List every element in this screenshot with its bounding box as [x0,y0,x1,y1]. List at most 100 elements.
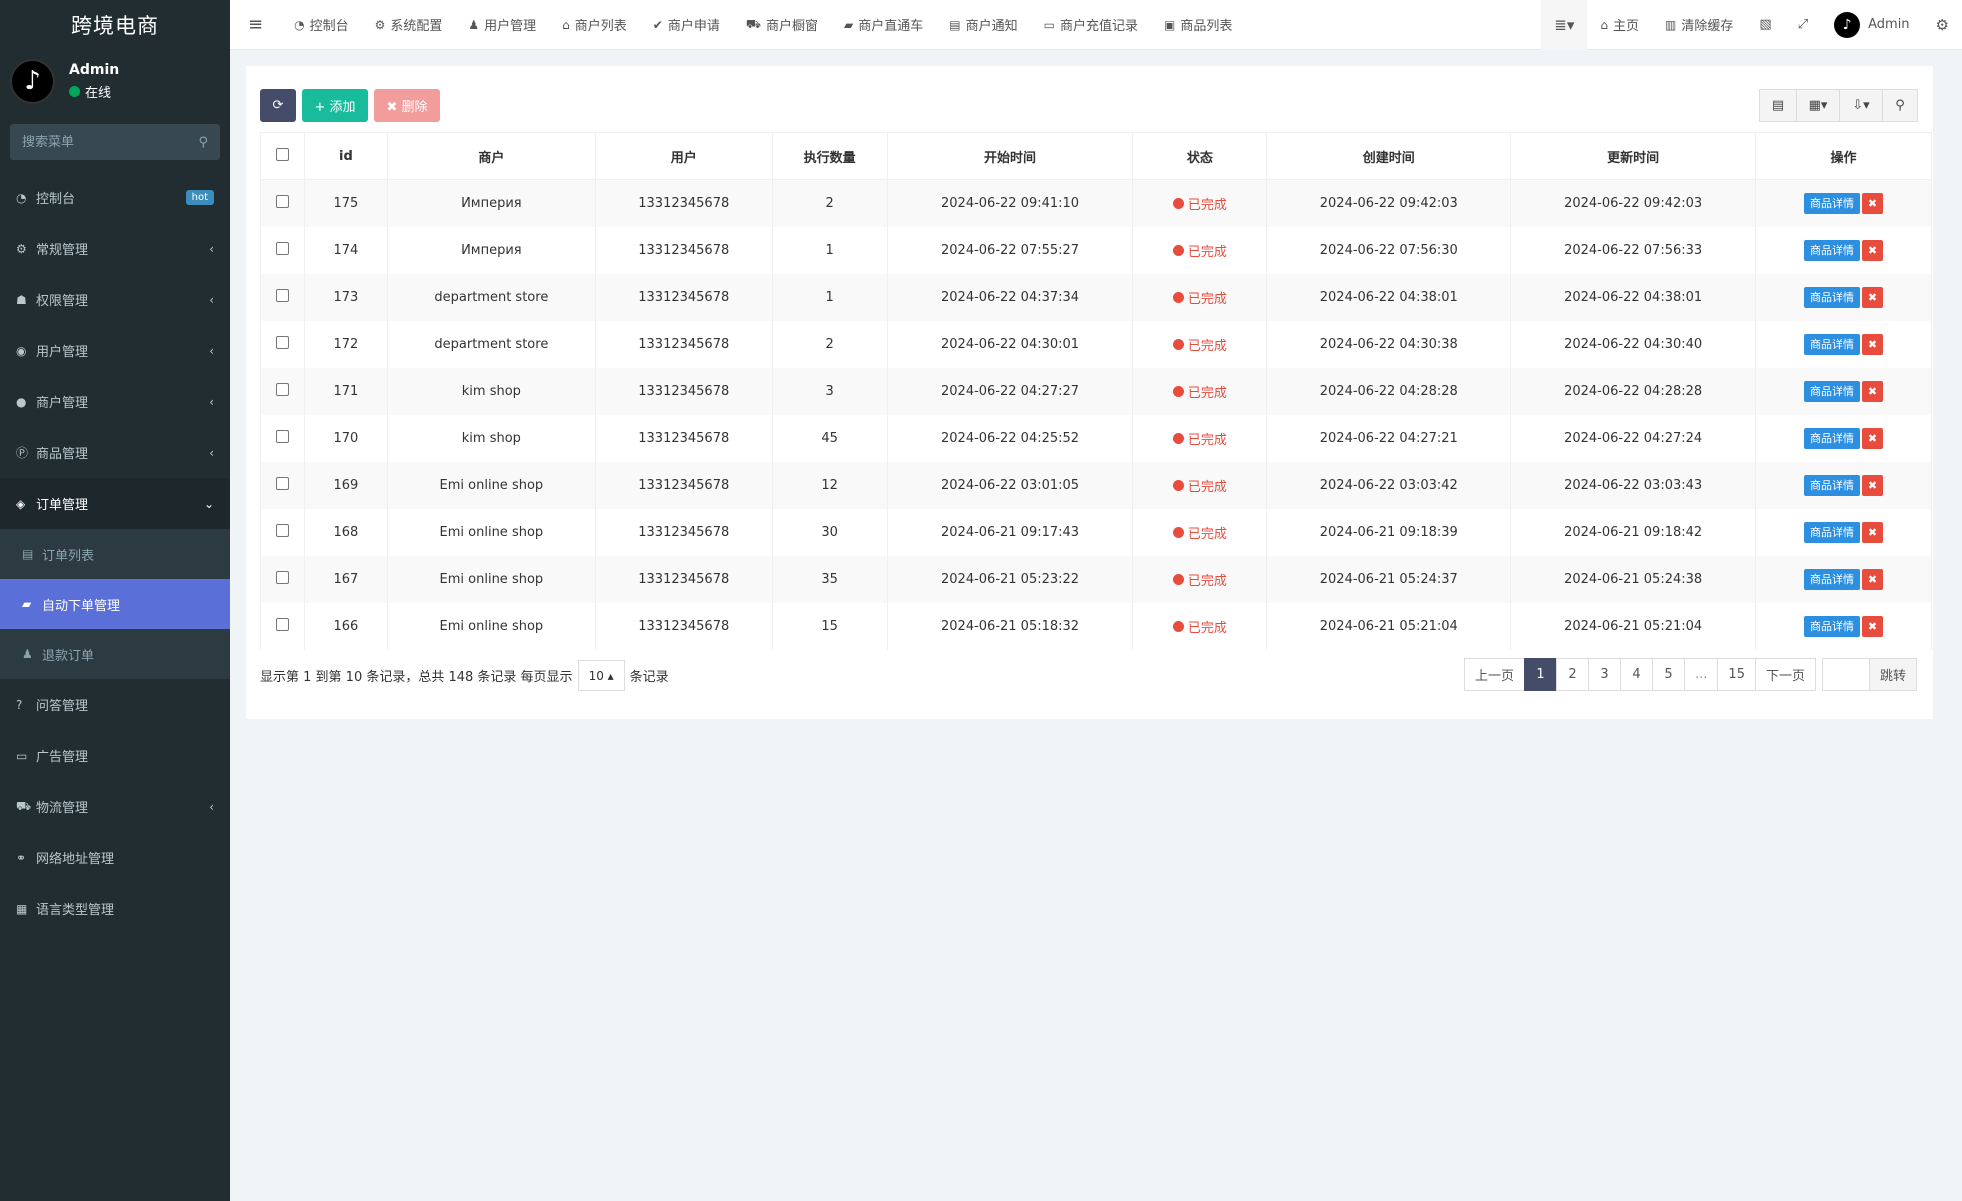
row-delete-button[interactable]: ✖ [1862,427,1884,449]
page-size-select[interactable]: 10 ▴ [577,660,625,691]
sidebar-toggle-icon[interactable]: ≡ [230,0,281,50]
sidebar-item-language[interactable]: ▦ 语言类型管理 [0,883,230,934]
brand-title[interactable]: 跨境电商 [0,0,230,50]
table-row[interactable]: 174 Империя 13312345678 1 2024-06-22 07:55:2… [260,226,1932,274]
table-row[interactable]: 175 Империя 13312345678 2 2024-06-22 09:41:1… [260,179,1932,227]
table-row[interactable]: 168 Emi online shop 13312345678 30 2024-06-2… [260,508,1932,556]
sidebar-item-products[interactable]: Ⓟ 商品管理 ‹ [0,427,230,478]
sidebar-item-auto-order[interactable]: ▰ 自动下单管理 [0,579,230,629]
page-4[interactable]: 4 [1620,658,1654,691]
page-15[interactable]: 15 [1717,658,1756,691]
row-delete-button[interactable]: ✖ [1862,615,1884,637]
page-jump-input[interactable] [1821,658,1870,691]
sidebar-item-network[interactable]: ⚭ 网络地址管理 [0,832,230,883]
col-quantity[interactable]: 执行数量 [771,132,888,180]
translate-icon[interactable]: ▧ [1746,0,1784,50]
col-id[interactable]: id [303,132,388,180]
tab-product-list[interactable]: ▣ 商品列表 [1151,0,1245,50]
row-delete-button[interactable]: ✖ [1862,286,1884,308]
tab-merchant-apply[interactable]: ✔ 商户申请 [640,0,733,50]
row-delete-button[interactable]: ✖ [1862,521,1884,543]
table-row[interactable]: 166 Emi online shop 13312345678 15 2024-06-2… [260,602,1932,650]
product-detail-button[interactable]: 商品详情 [1804,380,1861,402]
tab-system-config[interactable]: ⚙ 系统配置 [362,0,456,50]
clear-cache-button[interactable]: ▥ 清除缓存 [1652,0,1746,50]
sidebar-item-logistics[interactable]: ⛟ 物流管理 ‹ [0,781,230,832]
col-created[interactable]: 创建时间 [1266,132,1512,180]
next-page-button[interactable]: 下一页 [1754,658,1816,691]
page-5[interactable]: 5 [1652,658,1686,691]
search-input[interactable] [22,134,182,150]
product-detail-button[interactable]: 商品详情 [1804,427,1861,449]
tab-users[interactable]: ♟ 用户管理 [455,0,549,50]
sidebar-item-permissions[interactable]: ☗ 权限管理 ‹ [0,274,230,325]
row-checkbox[interactable] [275,570,289,584]
tab-dashboard[interactable]: ◔ 控制台 [281,0,362,50]
row-delete-button[interactable]: ✖ [1862,333,1884,355]
row-checkbox[interactable] [275,429,289,443]
row-checkbox[interactable] [275,523,289,537]
tab-merchant-showcase[interactable]: ⛟ 商户橱窗 [733,0,831,50]
prev-page-button[interactable]: 上一页 [1464,658,1526,691]
row-delete-button[interactable]: ✖ [1862,568,1884,590]
search-icon[interactable]: ⚲ [1882,89,1918,122]
table-row[interactable]: 169 Emi online shop 13312345678 12 2024-06-2… [260,461,1932,509]
select-all-checkbox[interactable] [275,147,289,161]
product-detail-button[interactable]: 商品详情 [1804,615,1861,637]
sidebar-item-ads[interactable]: ▭ 广告管理 [0,730,230,781]
row-checkbox[interactable] [275,617,289,631]
home-link[interactable]: ⌂ 主页 [1587,0,1652,50]
settings-icon[interactable]: ⚙ [1923,0,1962,50]
table-row[interactable]: 172 department store 13312345678 2 2024-06-2… [260,320,1932,368]
row-delete-button[interactable]: ✖ [1862,474,1884,496]
table-row[interactable]: 167 Emi online shop 13312345678 35 2024-06-2… [260,555,1932,603]
row-checkbox[interactable] [275,476,289,490]
table-row[interactable]: 170 kim shop 13312345678 45 2024-06-22 04:25… [260,414,1932,462]
row-delete-button[interactable]: ✖ [1862,380,1884,402]
col-user[interactable]: 用户 [594,132,773,180]
sidebar-item-order-list[interactable]: ▤ 订单列表 [0,529,230,579]
add-button[interactable]: + 添加 [302,89,368,122]
row-delete-button[interactable]: ✖ [1862,239,1884,261]
page-3[interactable]: 3 [1588,658,1622,691]
product-detail-button[interactable]: 商品详情 [1804,239,1861,261]
product-detail-button[interactable]: 商品详情 [1804,521,1861,543]
fullscreen-icon[interactable]: ⤢ [1785,0,1821,50]
product-detail-button[interactable]: 商品详情 [1804,474,1861,496]
refresh-button[interactable]: ⟳ [260,89,296,122]
col-merchant[interactable]: 商户 [386,132,596,180]
export-icon[interactable]: ⇩▾ [1839,89,1883,122]
tabs-dropdown-icon[interactable]: ≣▾ [1541,0,1588,50]
tab-merchant-express[interactable]: ▰ 商户直通车 [831,0,936,50]
table-row[interactable]: 173 department store 13312345678 1 2024-06-2… [260,273,1932,321]
col-status[interactable]: 状态 [1132,132,1268,180]
tab-merchant-list[interactable]: ⌂ 商户列表 [549,0,640,50]
toggle-view-icon[interactable]: ▤ [1759,89,1797,122]
page-2[interactable]: 2 [1556,658,1590,691]
product-detail-button[interactable]: 商品详情 [1804,192,1861,214]
tab-merchant-notice[interactable]: ▤ 商户通知 [936,0,1030,50]
sidebar-item-merchants[interactable]: ● 商户管理 ‹ [0,376,230,427]
sidebar-item-refunds[interactable]: ♟ 退款订单 [0,629,230,679]
columns-icon[interactable]: ▦▾ [1796,89,1840,122]
row-checkbox[interactable] [275,241,289,255]
delete-button[interactable]: ✖ 删除 [374,89,440,122]
product-detail-button[interactable]: 商品详情 [1804,568,1861,590]
col-start-time[interactable]: 开始时间 [886,132,1134,180]
product-detail-button[interactable]: 商品详情 [1804,286,1861,308]
page-1[interactable]: 1 [1524,658,1558,691]
sidebar-item-orders[interactable]: ◈ 订单管理 ⌄ [0,478,230,529]
page-jump-button[interactable]: 跳转 [1868,658,1917,691]
product-detail-button[interactable]: 商品详情 [1804,333,1861,355]
row-checkbox[interactable] [275,194,289,208]
user-menu[interactable]: ♪ Admin [1821,0,1922,50]
sidebar-item-qa[interactable]: ? 问答管理 [0,679,230,730]
row-checkbox[interactable] [275,382,289,396]
sidebar-item-users[interactable]: ◉ 用户管理 ‹ [0,325,230,376]
col-updated[interactable]: 更新时间 [1510,132,1757,180]
row-checkbox[interactable] [275,288,289,302]
search-icon[interactable]: ⚲ [198,135,208,150]
row-delete-button[interactable]: ✖ [1862,192,1884,214]
row-checkbox[interactable] [275,335,289,349]
table-row[interactable]: 171 kim shop 13312345678 3 2024-06-22 04:27:… [260,367,1932,415]
